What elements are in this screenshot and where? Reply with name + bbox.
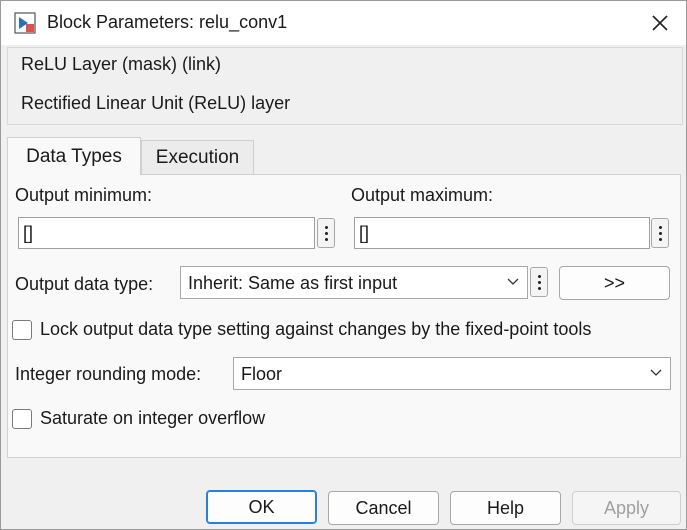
kebab-dot-icon xyxy=(324,225,328,229)
description-group: ReLU Layer (mask) (link) Rectified Linea… xyxy=(7,47,683,125)
kebab-dot-icon xyxy=(537,274,541,278)
kebab-dot-icon xyxy=(324,237,328,241)
data-type-assistant-button[interactable]: >> xyxy=(559,266,670,300)
output-data-type-menu-button[interactable] xyxy=(530,267,548,297)
window-title: Block Parameters: relu_conv1 xyxy=(47,12,288,32)
output-minimum-input[interactable]: [] xyxy=(18,217,315,249)
output-data-type-select[interactable]: Inherit: Same as first input xyxy=(180,266,528,299)
output-maximum-label: Output maximum: xyxy=(351,185,494,205)
integer-rounding-mode-value: Floor xyxy=(241,364,283,384)
output-maximum-menu-button[interactable] xyxy=(651,218,669,248)
kebab-dot-icon xyxy=(658,237,662,241)
saturate-checkbox-row[interactable]: Saturate on integer overflow xyxy=(12,408,265,429)
output-minimum-label: Output minimum: xyxy=(15,185,153,205)
integer-rounding-mode-select[interactable]: Floor xyxy=(233,357,671,390)
ok-button[interactable]: OK xyxy=(206,490,317,524)
chevron-down-icon xyxy=(507,278,519,285)
apply-button[interactable]: Apply xyxy=(572,491,681,525)
output-maximum-input[interactable]: [] xyxy=(354,217,650,249)
saturate-checkbox[interactable] xyxy=(12,408,32,429)
kebab-dot-icon xyxy=(658,225,662,229)
kebab-dot-icon xyxy=(658,231,662,235)
tab-data-types[interactable]: Data Types xyxy=(7,137,141,175)
lock-output-label: Lock output data type setting against ch… xyxy=(40,319,592,339)
kebab-dot-icon xyxy=(537,286,541,290)
integer-rounding-mode-label: Integer rounding mode: xyxy=(15,364,202,384)
lock-output-checkbox-row[interactable]: Lock output data type setting against ch… xyxy=(12,319,591,340)
kebab-dot-icon xyxy=(537,280,541,284)
description-legend: ReLU Layer (mask) (link) xyxy=(21,54,224,75)
output-data-type-value: Inherit: Same as first input xyxy=(188,273,398,293)
cancel-button[interactable]: Cancel xyxy=(328,491,439,525)
block-parameters-dialog: Block Parameters: relu_conv1 ReLU Layer … xyxy=(0,0,687,530)
close-icon xyxy=(652,15,668,31)
title-bar: Block Parameters: relu_conv1 xyxy=(1,1,686,45)
simulink-app-icon xyxy=(14,12,36,34)
kebab-dot-icon xyxy=(324,231,328,235)
output-minimum-menu-button[interactable] xyxy=(317,218,335,248)
output-data-type-label: Output data type: xyxy=(15,274,154,294)
chevron-down-icon xyxy=(650,369,662,376)
saturate-label: Saturate on integer overflow xyxy=(40,408,266,428)
close-button[interactable] xyxy=(639,7,681,39)
help-button[interactable]: Help xyxy=(450,491,561,525)
description-text: Rectified Linear Unit (ReLU) layer xyxy=(21,93,291,113)
lock-output-checkbox[interactable] xyxy=(12,319,32,340)
tab-execution[interactable]: Execution xyxy=(141,140,254,174)
